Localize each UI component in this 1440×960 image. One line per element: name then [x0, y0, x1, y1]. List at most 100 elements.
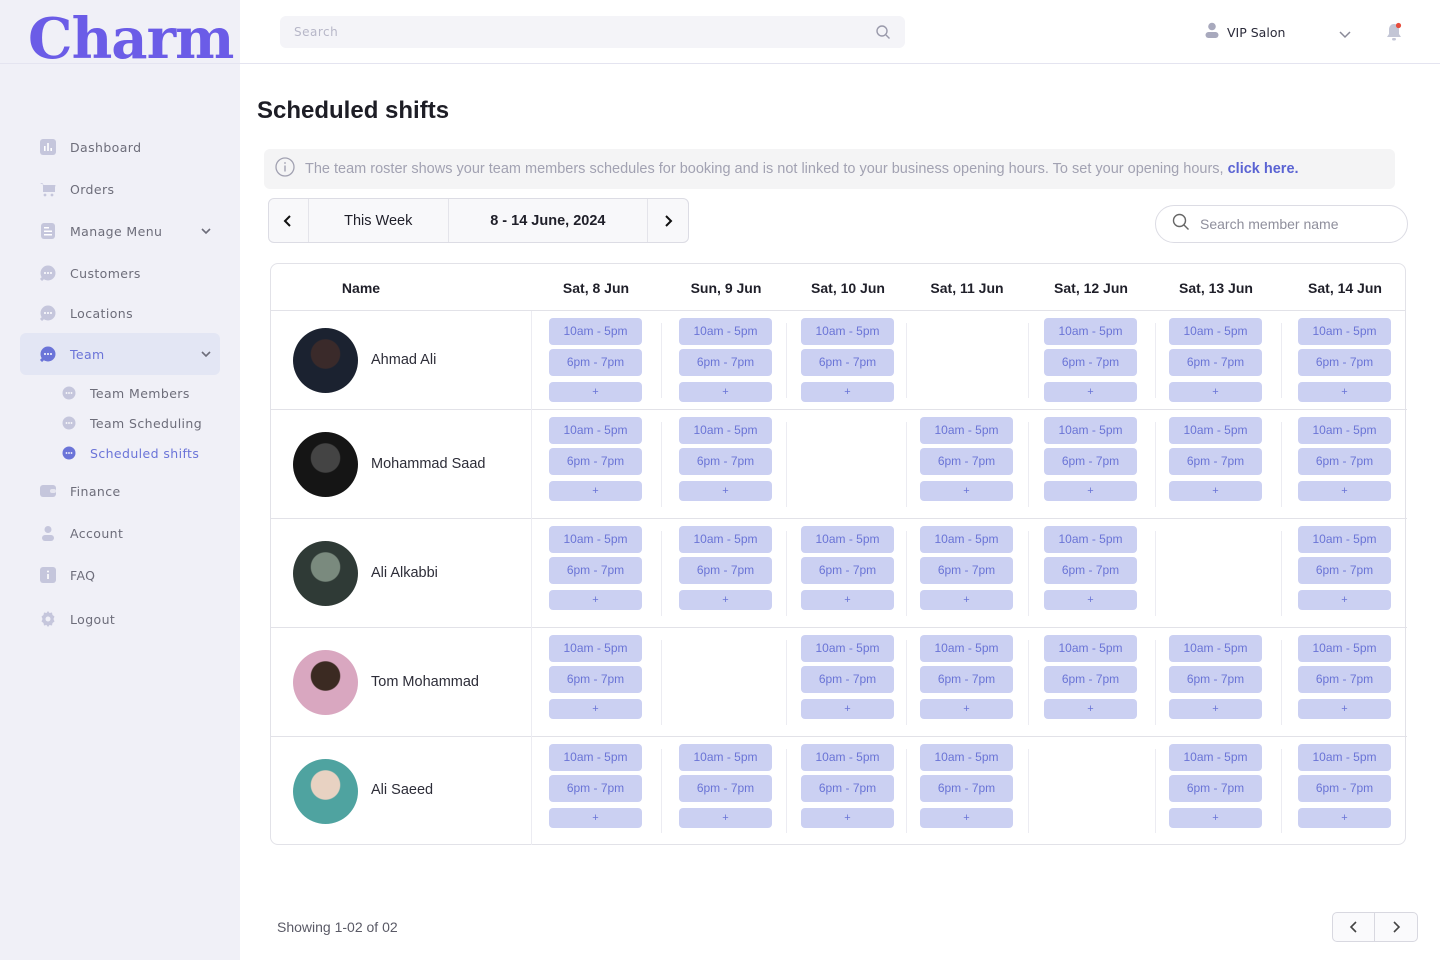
- shift-block[interactable]: 6pm - 7pm: [1044, 557, 1137, 584]
- add-shift-button[interactable]: +: [801, 808, 894, 828]
- add-shift-button[interactable]: +: [1044, 699, 1137, 719]
- shift-block[interactable]: 10am - 5pm: [1298, 744, 1391, 771]
- sidebar-item-orders[interactable]: Orders: [20, 168, 220, 210]
- add-shift-button[interactable]: +: [801, 699, 894, 719]
- global-search-input[interactable]: [294, 25, 854, 39]
- shift-block[interactable]: 6pm - 7pm: [679, 448, 772, 475]
- shift-block[interactable]: 10am - 5pm: [679, 318, 772, 345]
- add-shift-button[interactable]: +: [1044, 481, 1137, 501]
- shift-block[interactable]: 6pm - 7pm: [920, 775, 1013, 802]
- avatar[interactable]: [293, 541, 358, 606]
- shift-block[interactable]: 6pm - 7pm: [1169, 775, 1262, 802]
- shift-block[interactable]: 6pm - 7pm: [1298, 448, 1391, 475]
- shift-block[interactable]: 10am - 5pm: [1169, 744, 1262, 771]
- shift-block[interactable]: 10am - 5pm: [549, 526, 642, 553]
- add-shift-button[interactable]: +: [1298, 808, 1391, 828]
- shift-block[interactable]: 6pm - 7pm: [1044, 448, 1137, 475]
- shift-block[interactable]: 10am - 5pm: [801, 744, 894, 771]
- avatar[interactable]: [293, 650, 358, 715]
- shift-block[interactable]: 6pm - 7pm: [1169, 448, 1262, 475]
- add-shift-button[interactable]: +: [549, 382, 642, 402]
- shift-block[interactable]: 10am - 5pm: [1298, 526, 1391, 553]
- add-shift-button[interactable]: +: [1169, 699, 1262, 719]
- chevron-down-icon[interactable]: [1338, 27, 1352, 45]
- shift-block[interactable]: 6pm - 7pm: [679, 557, 772, 584]
- sidebar-subitem-team-scheduling[interactable]: Team Scheduling: [62, 411, 202, 435]
- shift-block[interactable]: 6pm - 7pm: [1298, 349, 1391, 376]
- shift-block[interactable]: 6pm - 7pm: [920, 557, 1013, 584]
- add-shift-button[interactable]: +: [920, 808, 1013, 828]
- sidebar-item-customers[interactable]: Customers: [20, 252, 220, 294]
- opening-hours-link[interactable]: click here.: [1228, 161, 1299, 177]
- add-shift-button[interactable]: +: [920, 699, 1013, 719]
- shift-block[interactable]: 6pm - 7pm: [801, 557, 894, 584]
- sidebar-item-manage-menu[interactable]: Manage Menu: [20, 210, 220, 252]
- shift-block[interactable]: 6pm - 7pm: [920, 448, 1013, 475]
- avatar[interactable]: [293, 432, 358, 497]
- shift-block[interactable]: 6pm - 7pm: [1044, 666, 1137, 693]
- previous-week-button[interactable]: [269, 199, 309, 242]
- member-name[interactable]: Tom Mohammad: [371, 674, 479, 690]
- shift-block[interactable]: 10am - 5pm: [679, 526, 772, 553]
- add-shift-button[interactable]: +: [1298, 481, 1391, 501]
- shift-block[interactable]: 10am - 5pm: [1298, 417, 1391, 444]
- sidebar-item-account[interactable]: Account: [20, 512, 220, 554]
- add-shift-button[interactable]: +: [801, 590, 894, 610]
- shift-block[interactable]: 6pm - 7pm: [1298, 775, 1391, 802]
- member-search-input[interactable]: [1200, 216, 1390, 232]
- add-shift-button[interactable]: +: [549, 481, 642, 501]
- shift-block[interactable]: 10am - 5pm: [920, 417, 1013, 444]
- shift-block[interactable]: 6pm - 7pm: [549, 666, 642, 693]
- add-shift-button[interactable]: +: [920, 481, 1013, 501]
- shift-block[interactable]: 10am - 5pm: [1044, 635, 1137, 662]
- member-name[interactable]: Mohammad Saad: [371, 456, 485, 472]
- shift-block[interactable]: 6pm - 7pm: [1298, 666, 1391, 693]
- shift-block[interactable]: 6pm - 7pm: [549, 557, 642, 584]
- add-shift-button[interactable]: +: [1169, 481, 1262, 501]
- shift-block[interactable]: 10am - 5pm: [1298, 635, 1391, 662]
- member-name[interactable]: Ahmad Ali: [371, 352, 436, 368]
- shift-block[interactable]: 10am - 5pm: [1298, 318, 1391, 345]
- global-search[interactable]: [280, 16, 905, 48]
- sidebar-item-locations[interactable]: Locations: [20, 292, 220, 334]
- chevron-down-icon[interactable]: [200, 224, 212, 242]
- shift-block[interactable]: 10am - 5pm: [549, 635, 642, 662]
- sidebar-item-logout[interactable]: Logout: [20, 598, 220, 640]
- shift-block[interactable]: 6pm - 7pm: [549, 775, 642, 802]
- shift-block[interactable]: 6pm - 7pm: [1298, 557, 1391, 584]
- this-week-button[interactable]: This Week: [309, 199, 449, 242]
- shift-block[interactable]: 6pm - 7pm: [679, 349, 772, 376]
- notification-bell-icon[interactable]: [1385, 22, 1403, 47]
- shift-block[interactable]: 6pm - 7pm: [1044, 349, 1137, 376]
- add-shift-button[interactable]: +: [549, 808, 642, 828]
- sidebar-item-faq[interactable]: FAQ: [20, 554, 220, 596]
- shift-block[interactable]: 10am - 5pm: [679, 417, 772, 444]
- next-page-button[interactable]: [1375, 913, 1417, 941]
- previous-page-button[interactable]: [1333, 913, 1376, 941]
- search-icon[interactable]: [875, 24, 891, 45]
- add-shift-button[interactable]: +: [1298, 382, 1391, 402]
- shift-block[interactable]: 10am - 5pm: [801, 635, 894, 662]
- shift-block[interactable]: 10am - 5pm: [1169, 318, 1262, 345]
- member-name[interactable]: Ali Alkabbi: [371, 565, 438, 581]
- shift-block[interactable]: 10am - 5pm: [801, 526, 894, 553]
- chevron-down-icon[interactable]: [200, 347, 212, 365]
- sidebar-item-finance[interactable]: Finance: [20, 470, 220, 512]
- shift-block[interactable]: 6pm - 7pm: [679, 775, 772, 802]
- shift-block[interactable]: 10am - 5pm: [1169, 417, 1262, 444]
- shift-block[interactable]: 6pm - 7pm: [1169, 349, 1262, 376]
- shift-block[interactable]: 10am - 5pm: [920, 744, 1013, 771]
- shift-block[interactable]: 10am - 5pm: [1169, 635, 1262, 662]
- next-week-button[interactable]: [648, 199, 688, 242]
- shift-block[interactable]: 10am - 5pm: [549, 417, 642, 444]
- shift-block[interactable]: 6pm - 7pm: [549, 448, 642, 475]
- shift-block[interactable]: 10am - 5pm: [549, 318, 642, 345]
- shift-block[interactable]: 6pm - 7pm: [920, 666, 1013, 693]
- add-shift-button[interactable]: +: [679, 382, 772, 402]
- add-shift-button[interactable]: +: [679, 481, 772, 501]
- shift-block[interactable]: 10am - 5pm: [1044, 417, 1137, 444]
- add-shift-button[interactable]: +: [679, 808, 772, 828]
- shift-block[interactable]: 10am - 5pm: [1044, 318, 1137, 345]
- add-shift-button[interactable]: +: [1044, 590, 1137, 610]
- shift-block[interactable]: 6pm - 7pm: [801, 349, 894, 376]
